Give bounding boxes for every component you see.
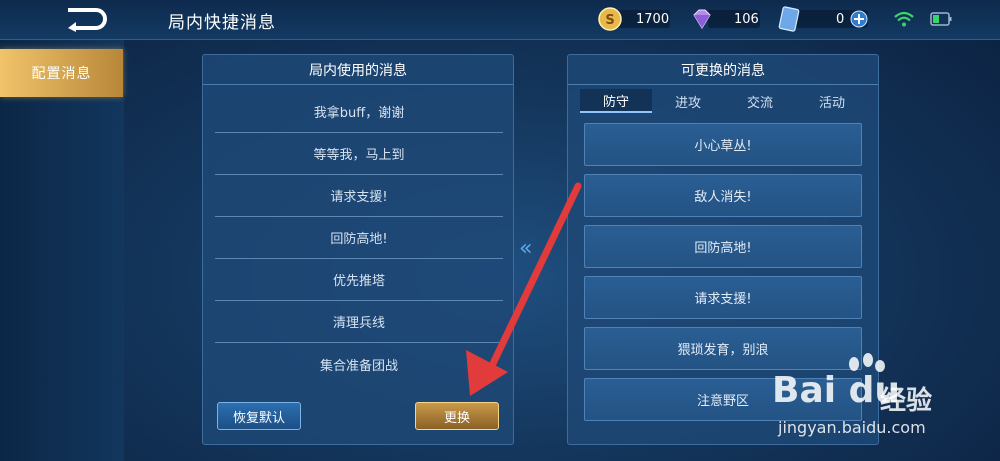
tab-attack[interactable]: 进攻 [652,89,724,113]
card-value: 0 [836,11,845,27]
card-counter: 0 [778,6,868,32]
sidebar-item-config-messages[interactable]: 配置消息 [0,49,123,97]
list-item[interactable]: 我拿buff，谢谢 [215,91,503,133]
panel-title: 可更换的消息 [568,55,878,85]
list-item[interactable]: 小心草丛! [584,123,862,166]
wifi-icon [894,11,914,27]
list-item[interactable]: 清理兵线 [215,301,503,343]
page-title: 局内快捷消息 [168,13,276,33]
list-item[interactable]: 回防高地! [584,225,862,268]
diamond-value: 106 [734,11,759,27]
list-item[interactable]: 请求支援! [584,276,862,319]
diamond-icon [693,9,711,29]
gold-coin-icon: S [598,7,622,31]
watermark-cn: 经验 [880,386,933,416]
svg-text:S: S [605,13,614,28]
list-item[interactable]: 回防高地! [215,217,503,259]
double-chevron-left-icon: « [519,236,533,261]
watermark-url: jingyan.baidu.com [778,418,926,437]
coin-counter: S 1700 [598,7,670,31]
reset-default-button[interactable]: 恢复默认 [217,402,301,430]
list-item[interactable]: 等等我，马上到 [215,133,503,175]
list-item[interactable]: 集合准备团战 [215,343,503,385]
list-item[interactable]: 敌人消失! [584,174,862,217]
voucher-card-icon [778,6,800,32]
add-icon[interactable] [850,10,868,28]
panel-title: 局内使用的消息 [203,55,513,85]
sidebar: 配置消息 [0,40,124,461]
category-tabs: 防守 进攻 交流 活动 [580,89,868,113]
tab-activity[interactable]: 活动 [796,89,868,113]
battery-icon [930,12,952,26]
tab-communication[interactable]: 交流 [724,89,796,113]
swap-button[interactable]: 更换 [415,402,499,430]
list-item[interactable]: 优先推塔 [215,259,503,301]
tab-defense[interactable]: 防守 [580,89,652,113]
list-item[interactable]: 请求支援! [215,175,503,217]
top-bar: 局内快捷消息 S 1700 106 0 [0,0,1000,40]
message-list: 我拿buff，谢谢 等等我，马上到 请求支援! 回防高地! 优先推塔 清理兵线 … [215,91,503,385]
in-game-messages-panel: 局内使用的消息 我拿buff，谢谢 等等我，马上到 请求支援! 回防高地! 优先… [202,54,514,445]
back-icon[interactable] [62,6,110,32]
diamond-counter: 106 [690,7,760,31]
coin-value: 1700 [636,11,670,27]
